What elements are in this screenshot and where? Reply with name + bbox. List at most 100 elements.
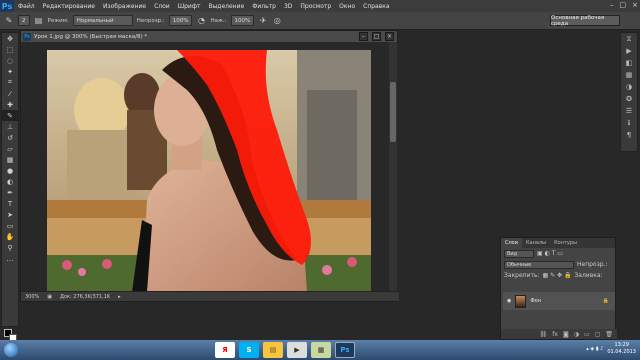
menu-bar: Ps Файл Редактирование Изображение Слои … <box>0 0 640 12</box>
restore-button[interactable]: □ <box>620 1 627 9</box>
photo-canvas[interactable] <box>47 50 371 292</box>
quick-select-tool-icon[interactable]: ✦ <box>2 66 18 77</box>
brush-tool-icon[interactable]: ✎ <box>4 16 14 26</box>
marquee-tool-icon[interactable]: ⬚ <box>2 44 18 55</box>
clock[interactable]: 13:29 01.04.2013 <box>607 342 636 356</box>
hand-tool-icon[interactable]: ✋ <box>2 231 18 242</box>
lock-icons[interactable]: ▦ ✎ ✥ 🔒 <box>543 272 572 279</box>
document-tab[interactable]: Урок 1.jpg @ 300% (Быстрая маска/8) * <box>34 34 147 40</box>
move-tool-icon[interactable]: ✥ <box>2 33 18 44</box>
filter-icons[interactable]: ▣ ◐ T ▭ <box>537 250 563 257</box>
layer-kind-filter[interactable]: Вид <box>504 249 534 258</box>
menu-file[interactable]: Файл <box>14 3 39 10</box>
lasso-tool-icon[interactable]: ◌ <box>2 55 18 66</box>
blur-tool-icon[interactable]: ● <box>2 165 18 176</box>
pressure-opacity-icon[interactable]: ◔ <box>196 16 206 26</box>
color-panel-icon[interactable]: ◧ <box>621 57 637 69</box>
eraser-tool-icon[interactable]: ▱ <box>2 143 18 154</box>
menu-3d[interactable]: 3D <box>280 3 296 10</box>
edit-toolbar-icon[interactable]: … <box>2 253 18 264</box>
pressure-size-icon[interactable]: ◎ <box>272 16 282 26</box>
scroll-thumb[interactable] <box>390 82 396 142</box>
airbrush-icon[interactable]: ✈ <box>258 16 268 26</box>
adjustment-layer-icon[interactable]: ◑ <box>574 331 579 338</box>
close-button[interactable]: × <box>632 1 638 9</box>
yandex-browser-icon[interactable]: Я <box>215 342 235 358</box>
menu-filter[interactable]: Фильтр <box>248 3 280 10</box>
menu-window[interactable]: Окно <box>335 3 359 10</box>
tab-layers[interactable]: Слои <box>501 238 522 248</box>
new-group-icon[interactable]: ▭ <box>584 331 590 338</box>
opacity-field[interactable]: 100% <box>168 15 193 26</box>
doc-minimize-button[interactable]: – <box>359 32 368 41</box>
brush-panel-icon[interactable]: ▤ <box>34 16 44 26</box>
photoshop-taskbar-icon[interactable]: Ps <box>335 342 355 358</box>
healing-tool-icon[interactable]: ✚ <box>2 99 18 110</box>
layer-opacity-label: Непрозр.: <box>577 261 608 268</box>
media-player-icon[interactable]: ▶ <box>287 342 307 358</box>
menu-type[interactable]: Шрифт <box>174 3 205 10</box>
new-layer-icon[interactable]: ▢ <box>595 331 601 338</box>
menu-view[interactable]: Просмотр <box>296 3 335 10</box>
crop-tool-icon[interactable]: ⌗ <box>2 77 18 88</box>
menu-select[interactable]: Выделение <box>204 3 248 10</box>
layer-row-background[interactable]: ◉ Фон 🔒 <box>503 292 615 310</box>
add-mask-icon[interactable]: ◙ <box>563 331 569 338</box>
doc-restore-button[interactable]: □ <box>372 32 381 41</box>
menu-help[interactable]: Справка <box>359 3 393 10</box>
doc-info-icon[interactable]: ▣ <box>47 294 52 300</box>
type-tool-icon[interactable]: T <box>2 198 18 209</box>
dodge-tool-icon[interactable]: ◐ <box>2 176 18 187</box>
stamp-tool-icon[interactable]: ⊥ <box>2 121 18 132</box>
brush-size-picker[interactable]: 2 <box>18 15 30 26</box>
clock-date: 01.04.2013 <box>607 349 636 355</box>
minimize-button[interactable]: – <box>610 1 614 9</box>
pressure-field[interactable]: 100% <box>230 15 255 26</box>
history-panel-icon[interactable]: ⧖ <box>621 33 637 45</box>
workspace-switcher[interactable]: Основная рабочая среда <box>550 15 620 27</box>
actions-panel-icon[interactable]: ▶ <box>621 45 637 57</box>
document-tab-bar: Ps Урок 1.jpg @ 300% (Быстрая маска/8) *… <box>21 31 397 42</box>
shape-tool-icon[interactable]: ▭ <box>2 220 18 231</box>
brush-tool-icon[interactable]: ✎ <box>2 110 18 121</box>
history-brush-tool-icon[interactable]: ↺ <box>2 132 18 143</box>
fill-label: Заливка: <box>574 272 603 279</box>
skype-icon[interactable]: S <box>239 342 259 358</box>
tray-icons[interactable]: ▴ ◈ ▮ ♪ <box>586 346 603 352</box>
tab-channels[interactable]: Каналы <box>522 238 550 248</box>
windows-logo-icon <box>4 343 18 357</box>
path-select-tool-icon[interactable]: ➤ <box>2 209 18 220</box>
menu-image[interactable]: Изображение <box>99 3 150 10</box>
photoshop-logo: Ps <box>0 0 14 12</box>
doc-close-button[interactable]: × <box>385 32 394 41</box>
styles-panel-icon[interactable]: ✪ <box>621 93 637 105</box>
properties-panel-icon[interactable]: ☰ <box>621 105 637 117</box>
info-panel-icon[interactable]: ℹ <box>621 117 637 129</box>
canvas-area[interactable] <box>21 42 399 292</box>
tab-paths[interactable]: Контуры <box>550 238 581 248</box>
notes-icon[interactable]: ▦ <box>311 342 331 358</box>
trash-icon[interactable]: 🗑 <box>605 331 613 338</box>
link-layers-icon[interactable]: ⛓ <box>540 331 548 338</box>
start-button[interactable] <box>0 340 22 360</box>
menu-layers[interactable]: Слои <box>150 3 174 10</box>
vertical-scrollbar[interactable] <box>389 42 397 292</box>
eye-icon[interactable]: ◉ <box>507 298 511 304</box>
paragraph-panel-icon[interactable]: ¶ <box>621 129 637 141</box>
blend-mode-select[interactable]: Обычные <box>504 260 574 269</box>
eyedropper-tool-icon[interactable]: ⁄ <box>2 88 18 99</box>
layer-thumbnail <box>515 294 527 308</box>
layer-name[interactable]: Фон <box>530 298 541 304</box>
zoom-tool-icon[interactable]: ⚲ <box>2 242 18 253</box>
mode-select[interactable]: Нормальный <box>72 15 133 26</box>
pressure-label: Наж.: <box>210 17 227 24</box>
gradient-tool-icon[interactable]: ▦ <box>2 154 18 165</box>
pen-tool-icon[interactable]: ✒ <box>2 187 18 198</box>
zoom-level[interactable]: 300% <box>25 294 39 300</box>
adjustments-panel-icon[interactable]: ◑ <box>621 81 637 93</box>
menu-edit[interactable]: Редактирование <box>39 3 99 10</box>
file-explorer-icon[interactable]: ▤ <box>263 342 283 358</box>
status-menu-arrow-icon[interactable]: ▸ <box>118 294 121 300</box>
swatches-panel-icon[interactable]: ▦ <box>621 69 637 81</box>
fx-icon[interactable]: fx <box>552 331 558 338</box>
